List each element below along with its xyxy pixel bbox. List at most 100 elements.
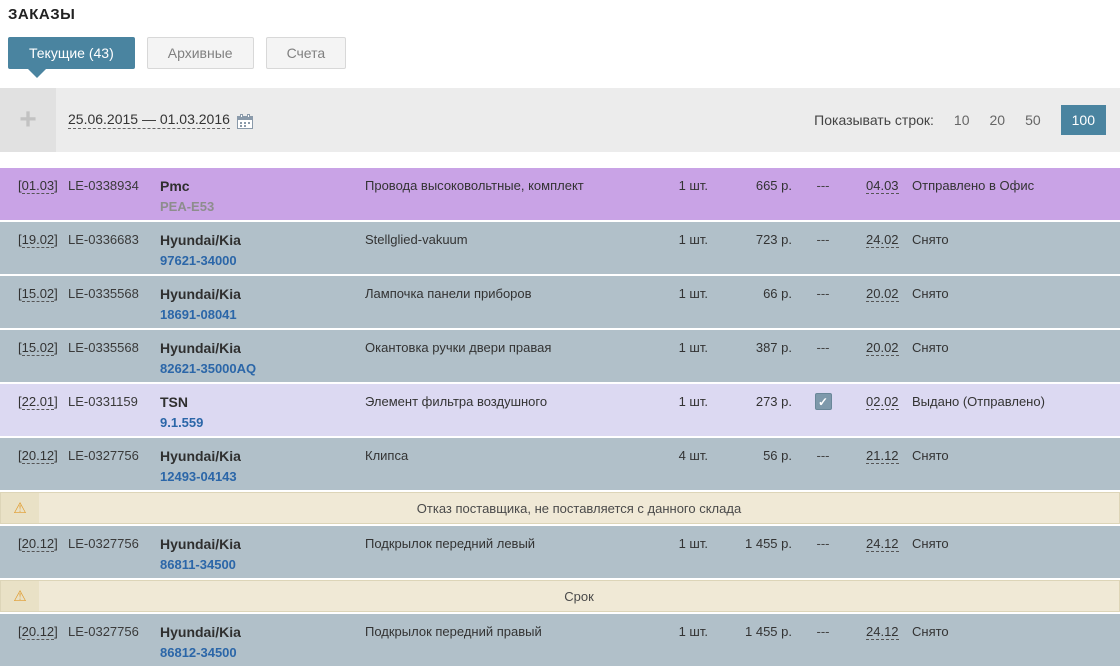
delivery-flag: ---	[816, 232, 830, 247]
tab-invoices[interactable]: Счета	[265, 37, 347, 69]
brand-article-cell: Hyundai/Kia 86812-34500	[160, 624, 365, 666]
order-row[interactable]: [20.12] LE-0327756 Hyundai/Kia 86811-345…	[0, 526, 1120, 578]
ship-date-link[interactable]: 20.02	[866, 340, 899, 356]
bracket-close: ]	[54, 232, 58, 247]
orders-page: ЗАКАЗЫ Текущие (43) Архивные Счета + 25.…	[0, 6, 1120, 666]
quantity: 4 шт.	[678, 448, 708, 463]
status-text: Отправлено в Офис	[912, 178, 1035, 193]
quantity: 1 шт.	[678, 536, 708, 551]
article-number-link[interactable]: 82621-35000AQ	[160, 361, 365, 376]
order-number: LE-0338934	[68, 178, 139, 193]
order-date-link[interactable]: 15.02	[21, 286, 55, 302]
warning-icon-cell: ⚠	[1, 493, 39, 523]
part-description: Элемент фильтра воздушного	[365, 394, 548, 409]
ship-date-link[interactable]: 21.12	[866, 448, 899, 464]
quantity: 1 шт.	[678, 178, 708, 193]
rows-option-50[interactable]: 50	[1025, 112, 1041, 128]
order-date-cell: [22.01]	[18, 394, 68, 436]
part-description: Лампочка панели приборов	[365, 286, 532, 301]
ship-date-cell: 20.02	[854, 340, 912, 382]
order-date-link[interactable]: 20.12	[21, 448, 55, 464]
bracket-close: ]	[54, 286, 58, 301]
article-number-link[interactable]: 86811-34500	[160, 557, 365, 572]
orders-table: [01.03] LE-0338934 Pmc PEA-E53 Провода в…	[0, 168, 1120, 666]
order-number: LE-0335568	[68, 286, 139, 301]
ship-date-cell: 20.02	[854, 286, 912, 328]
delivery-flag: ---	[816, 178, 830, 193]
calendar-icon[interactable]	[236, 113, 253, 129]
rows-option-10[interactable]: 10	[954, 112, 970, 128]
date-range-text[interactable]: 25.06.2015 — 01.03.2016	[68, 111, 230, 129]
order-row[interactable]: [22.01] LE-0331159 TSN 9.1.559 Элемент ф…	[0, 384, 1120, 436]
order-date-cell: [20.12]	[18, 624, 68, 666]
order-date-link[interactable]: 01.03	[21, 178, 55, 194]
filter-bar: + 25.06.2015 — 01.03.2016 Показывать стр…	[0, 88, 1120, 152]
tab-current-orders[interactable]: Текущие (43)	[8, 37, 135, 69]
order-date-link[interactable]: 15.02	[21, 340, 55, 356]
price: 387 р.	[755, 340, 792, 355]
order-number: LE-0331159	[68, 394, 138, 409]
order-date-cell: [20.12]	[18, 536, 68, 578]
part-description: Клипса	[365, 448, 409, 463]
issued-checkbox[interactable]: ✓	[814, 393, 832, 410]
order-row[interactable]: [15.02] LE-0335568 Hyundai/Kia 18691-080…	[0, 276, 1120, 328]
article-number-link[interactable]: 97621-34000	[160, 253, 365, 268]
brand-article-cell: Hyundai/Kia 86811-34500	[160, 536, 365, 578]
add-order-button[interactable]: +	[0, 88, 56, 152]
price: 723 р.	[755, 232, 792, 247]
ship-date-link[interactable]: 24.12	[866, 624, 899, 640]
ship-date-cell: 24.02	[854, 232, 912, 274]
order-date-cell: [15.02]	[18, 340, 68, 382]
ship-date-link[interactable]: 24.02	[866, 232, 899, 248]
order-row[interactable]: [01.03] LE-0338934 Pmc PEA-E53 Провода в…	[0, 168, 1120, 220]
brand-name: Pmc	[160, 178, 190, 194]
delivery-flag: ---	[816, 448, 830, 463]
brand-article-cell: Hyundai/Kia 82621-35000AQ	[160, 340, 365, 382]
checkmark-icon: ✓	[817, 395, 829, 409]
date-range-filter[interactable]: 25.06.2015 — 01.03.2016	[68, 111, 253, 129]
order-row[interactable]: [19.02] LE-0336683 Hyundai/Kia 97621-340…	[0, 222, 1120, 274]
page-title: ЗАКАЗЫ	[8, 6, 76, 23]
order-row[interactable]: [20.12] LE-0327756 Hyundai/Kia 12493-041…	[0, 438, 1120, 490]
article-number-link[interactable]: 86812-34500	[160, 645, 365, 660]
brand-article-cell: Hyundai/Kia 97621-34000	[160, 232, 365, 274]
order-date-link[interactable]: 20.12	[21, 624, 55, 640]
tab-archive-orders[interactable]: Архивные	[146, 37, 254, 69]
article-number-link[interactable]: PEA-E53	[160, 199, 365, 214]
part-description: Провода высоковольтные, комплект	[365, 178, 584, 193]
ship-date-link[interactable]: 20.02	[866, 286, 899, 302]
brand-article-cell: Hyundai/Kia 18691-08041	[160, 286, 365, 328]
order-number: LE-0335568	[68, 340, 139, 355]
article-number-link[interactable]: 9.1.559	[160, 415, 365, 430]
article-number-link[interactable]: 18691-08041	[160, 307, 365, 322]
ship-date-link[interactable]: 02.02	[866, 394, 899, 410]
warning-icon-cell: ⚠	[1, 581, 39, 611]
status-text: Выдано (Отправлено)	[912, 394, 1045, 409]
order-date-cell: [15.02]	[18, 286, 68, 328]
order-row[interactable]: [20.12] LE-0327756 Hyundai/Kia 86812-345…	[0, 614, 1120, 666]
brand-name: Hyundai/Kia	[160, 340, 241, 356]
brand-name: Hyundai/Kia	[160, 624, 241, 640]
warning-row: ⚠ Отказ поставщика, не поставляется с да…	[0, 492, 1120, 524]
delivery-flag: ---	[816, 286, 830, 301]
warning-text: Срок	[564, 588, 594, 604]
order-date-link[interactable]: 19.02	[21, 232, 55, 248]
price: 665 р.	[755, 178, 792, 193]
order-date-link[interactable]: 20.12	[21, 536, 55, 552]
rows-option-20[interactable]: 20	[989, 112, 1005, 128]
brand-name: Hyundai/Kia	[160, 536, 241, 552]
order-date-link[interactable]: 22.01	[21, 394, 55, 410]
bracket-close: ]	[54, 624, 58, 639]
quantity: 1 шт.	[678, 394, 708, 409]
article-number-link[interactable]: 12493-04143	[160, 469, 365, 484]
quantity: 1 шт.	[678, 624, 708, 639]
brand-article-cell: TSN 9.1.559	[160, 394, 365, 436]
order-row[interactable]: [15.02] LE-0335568 Hyundai/Kia 82621-350…	[0, 330, 1120, 382]
ship-date-link[interactable]: 24.12	[866, 536, 899, 552]
ship-date-link[interactable]: 04.03	[866, 178, 899, 194]
status-text: Снято	[912, 286, 949, 301]
rows-option-100[interactable]: 100	[1060, 105, 1106, 135]
order-date-cell: [20.12]	[18, 448, 68, 490]
plus-icon: +	[19, 103, 37, 136]
active-tab-arrow-icon	[28, 69, 46, 78]
